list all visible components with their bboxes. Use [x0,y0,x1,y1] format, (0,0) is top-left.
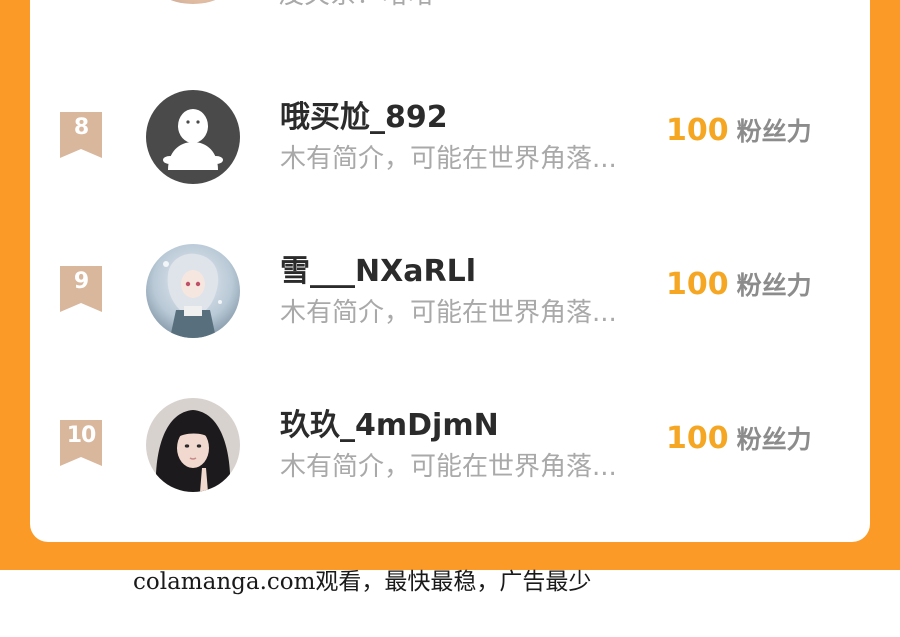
rank-badge: 10 [60,420,102,466]
watermark-text: colamanga.com观看，最快最稳，广告最少 [133,569,592,595]
rank-badge: 8 [60,112,102,158]
rank-number: 8 [73,115,89,140]
default-person-icon[interactable] [146,90,240,184]
leaderboard-row[interactable]: 8 哦买尬_892 木有简介，可能在世界角落... 100 粉丝力 [30,82,870,192]
username[interactable]: 雪___NXaRLl [280,246,476,290]
anime-girl-avatar[interactable] [146,244,240,338]
partial-user-avatar[interactable] [148,0,238,4]
user-bio: 木有简介，可能在世界角落... [280,452,617,482]
rank-number: 9 [73,269,89,294]
fan-power-score: 100 粉丝力 [666,112,812,148]
rank-badge: 9 [60,266,102,312]
photo-girl-avatar[interactable] [146,398,240,492]
leaderboard-card: 没关系！哈哈 8 哦买尬_892 [30,0,870,542]
fan-power-score: 100 粉丝力 [666,266,812,302]
leaderboard-screen: 没关系！哈哈 8 哦买尬_892 [0,0,900,637]
username[interactable]: 玖玖_4mDjmN [280,400,499,444]
user-bio: 木有简介，可能在世界角落... [280,298,617,328]
partial-user-bio: 没关系！哈哈 [278,0,434,11]
score-unit: 粉丝力 [736,425,812,454]
leaderboard-row[interactable]: 10 玖玖_4mDjmN 木有简介，可能在世界角落... 100 粉丝力 [30,390,870,500]
username[interactable]: 哦买尬_892 [280,92,448,136]
fan-power-score: 100 粉丝力 [666,420,812,456]
score-value: 100 [666,421,729,456]
score-unit: 粉丝力 [736,271,812,300]
rank-number: 10 [66,423,97,448]
score-unit: 粉丝力 [736,117,812,146]
score-value: 100 [666,113,729,148]
score-value: 100 [666,267,729,302]
user-bio: 木有简介，可能在世界角落... [280,144,617,174]
leaderboard-row[interactable]: 9 雪___NXaRLl 木有简介，可能在世界角落... 100 粉丝力 [30,236,870,346]
